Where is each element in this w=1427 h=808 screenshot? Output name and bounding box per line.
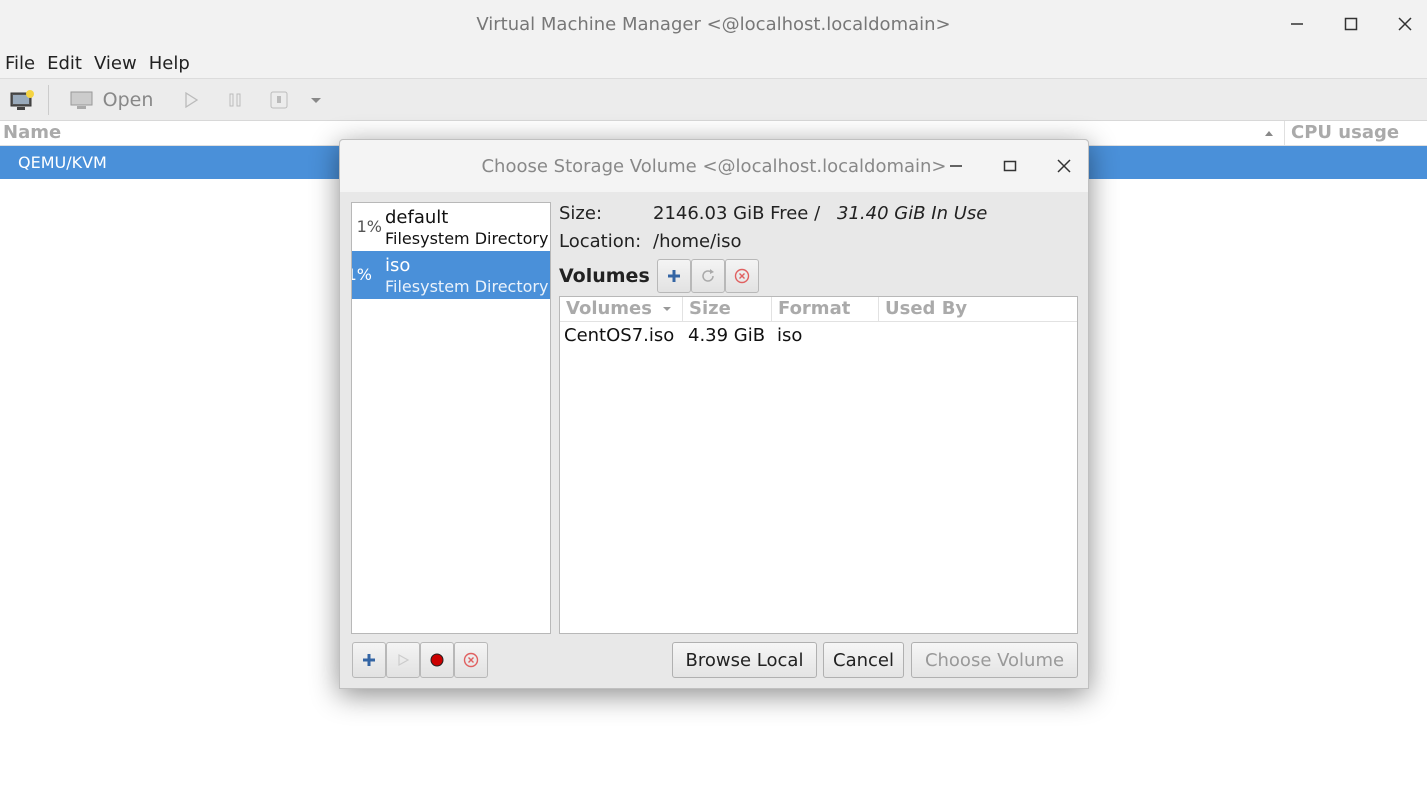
refresh-icon (702, 269, 714, 282)
add-volume-button[interactable] (657, 259, 691, 293)
dialog-close-button[interactable] (1037, 140, 1091, 192)
chevron-down-icon (311, 98, 321, 103)
size-column-header[interactable]: Size (683, 297, 772, 322)
location-value: /home/iso (653, 231, 742, 252)
connection-name: QEMU/KVM (18, 153, 107, 172)
menu-help[interactable]: Help (144, 53, 195, 74)
open-button[interactable]: Open (62, 85, 160, 115)
volume-table-header: Volumes Size Format Used By (560, 297, 1077, 322)
delete-icon (734, 268, 750, 284)
main-titlebar: Virtual Machine Manager <@localhost.loca… (0, 0, 1427, 48)
choose-volume-button[interactable]: Choose Volume (911, 642, 1078, 678)
delete-volume-button[interactable] (725, 259, 759, 293)
choose-storage-volume-dialog: Choose Storage Volume <@localhost.locald… (339, 139, 1089, 689)
pause-icon (229, 93, 241, 107)
pool-in-use-value: 31.40 GiB In Use (837, 203, 988, 224)
pool-usage: 1% (356, 217, 382, 236)
stop-icon (430, 653, 444, 667)
toolbar-separator (48, 85, 49, 115)
size-label: Size: (559, 203, 603, 224)
maximize-icon (1003, 160, 1017, 172)
volume-table: Volumes Size Format Used By CentOS7.iso … (559, 296, 1078, 634)
volume-format: iso (777, 325, 803, 346)
volumes-column-header[interactable]: Volumes (560, 297, 683, 322)
dialog-minimize-button[interactable] (929, 140, 983, 192)
power-icon (270, 91, 288, 109)
pool-free-value: 2146.03 GiB Free / (653, 203, 821, 224)
minimize-icon (950, 165, 962, 167)
add-pool-button[interactable] (352, 642, 386, 678)
pool-item-default[interactable]: 1% default Filesystem Directory (352, 203, 550, 251)
shutdown-menu-button[interactable] (306, 85, 326, 115)
menu-edit[interactable]: Edit (42, 53, 87, 74)
pool-item-iso[interactable]: 1% iso Filesystem Directory (352, 251, 550, 299)
main-window-title: Virtual Machine Manager <@localhost.loca… (476, 13, 951, 35)
pool-name: default (385, 207, 449, 228)
menubar: File Edit View Help (0, 48, 1427, 78)
plus-icon (668, 270, 680, 282)
column-divider (1284, 121, 1285, 146)
close-button[interactable] (1378, 0, 1427, 48)
table-row[interactable]: CentOS7.iso 4.39 GiB iso (560, 325, 1077, 349)
menu-file[interactable]: File (0, 53, 40, 74)
toolbar: Open (0, 78, 1427, 121)
format-column-header[interactable]: Format (772, 297, 879, 322)
minimize-icon (1291, 23, 1303, 25)
maximize-button[interactable] (1324, 0, 1378, 48)
delete-pool-button[interactable] (454, 642, 488, 678)
stop-pool-button[interactable] (420, 642, 454, 678)
sort-descending-icon (663, 307, 672, 311)
pool-name: iso (385, 255, 411, 276)
volumes-column-label: Volumes (566, 298, 652, 319)
close-icon (1057, 159, 1071, 173)
used-by-column-header[interactable]: Used By (879, 297, 1077, 322)
start-pool-button[interactable] (386, 642, 420, 678)
cpu-usage-column-header[interactable]: CPU usage (1291, 122, 1399, 143)
name-column-header[interactable]: Name (3, 122, 61, 143)
new-vm-icon (10, 90, 34, 110)
plus-icon (363, 654, 375, 666)
run-button[interactable] (178, 85, 204, 115)
volume-name: CentOS7.iso (564, 325, 675, 346)
minimize-button[interactable] (1270, 0, 1324, 48)
maximize-icon (1344, 17, 1358, 31)
dialog-maximize-button[interactable] (983, 140, 1037, 192)
monitor-icon (70, 91, 93, 109)
play-icon (185, 92, 199, 108)
close-icon (1398, 17, 1412, 31)
menu-view[interactable]: View (89, 53, 142, 74)
pool-type: Filesystem Directory (385, 277, 549, 296)
browse-local-button[interactable]: Browse Local (672, 642, 817, 678)
pause-button[interactable] (222, 85, 248, 115)
open-label: Open (102, 89, 154, 111)
storage-pool-list: 1% default Filesystem Directory 1% iso F… (351, 202, 551, 634)
refresh-volumes-button[interactable] (691, 259, 725, 293)
shutdown-button[interactable] (266, 85, 292, 115)
play-icon (398, 653, 410, 667)
cancel-button[interactable]: Cancel (823, 642, 904, 678)
delete-icon (463, 652, 479, 668)
pool-type: Filesystem Directory (385, 229, 549, 248)
pool-usage: 1% (352, 265, 372, 284)
volume-size: 4.39 GiB (688, 325, 766, 346)
dialog-title: Choose Storage Volume <@localhost.locald… (481, 155, 947, 177)
volumes-label: Volumes (559, 265, 650, 287)
location-label: Location: (559, 231, 642, 252)
sort-ascending-icon (1265, 131, 1273, 136)
new-vm-button[interactable] (6, 85, 38, 115)
